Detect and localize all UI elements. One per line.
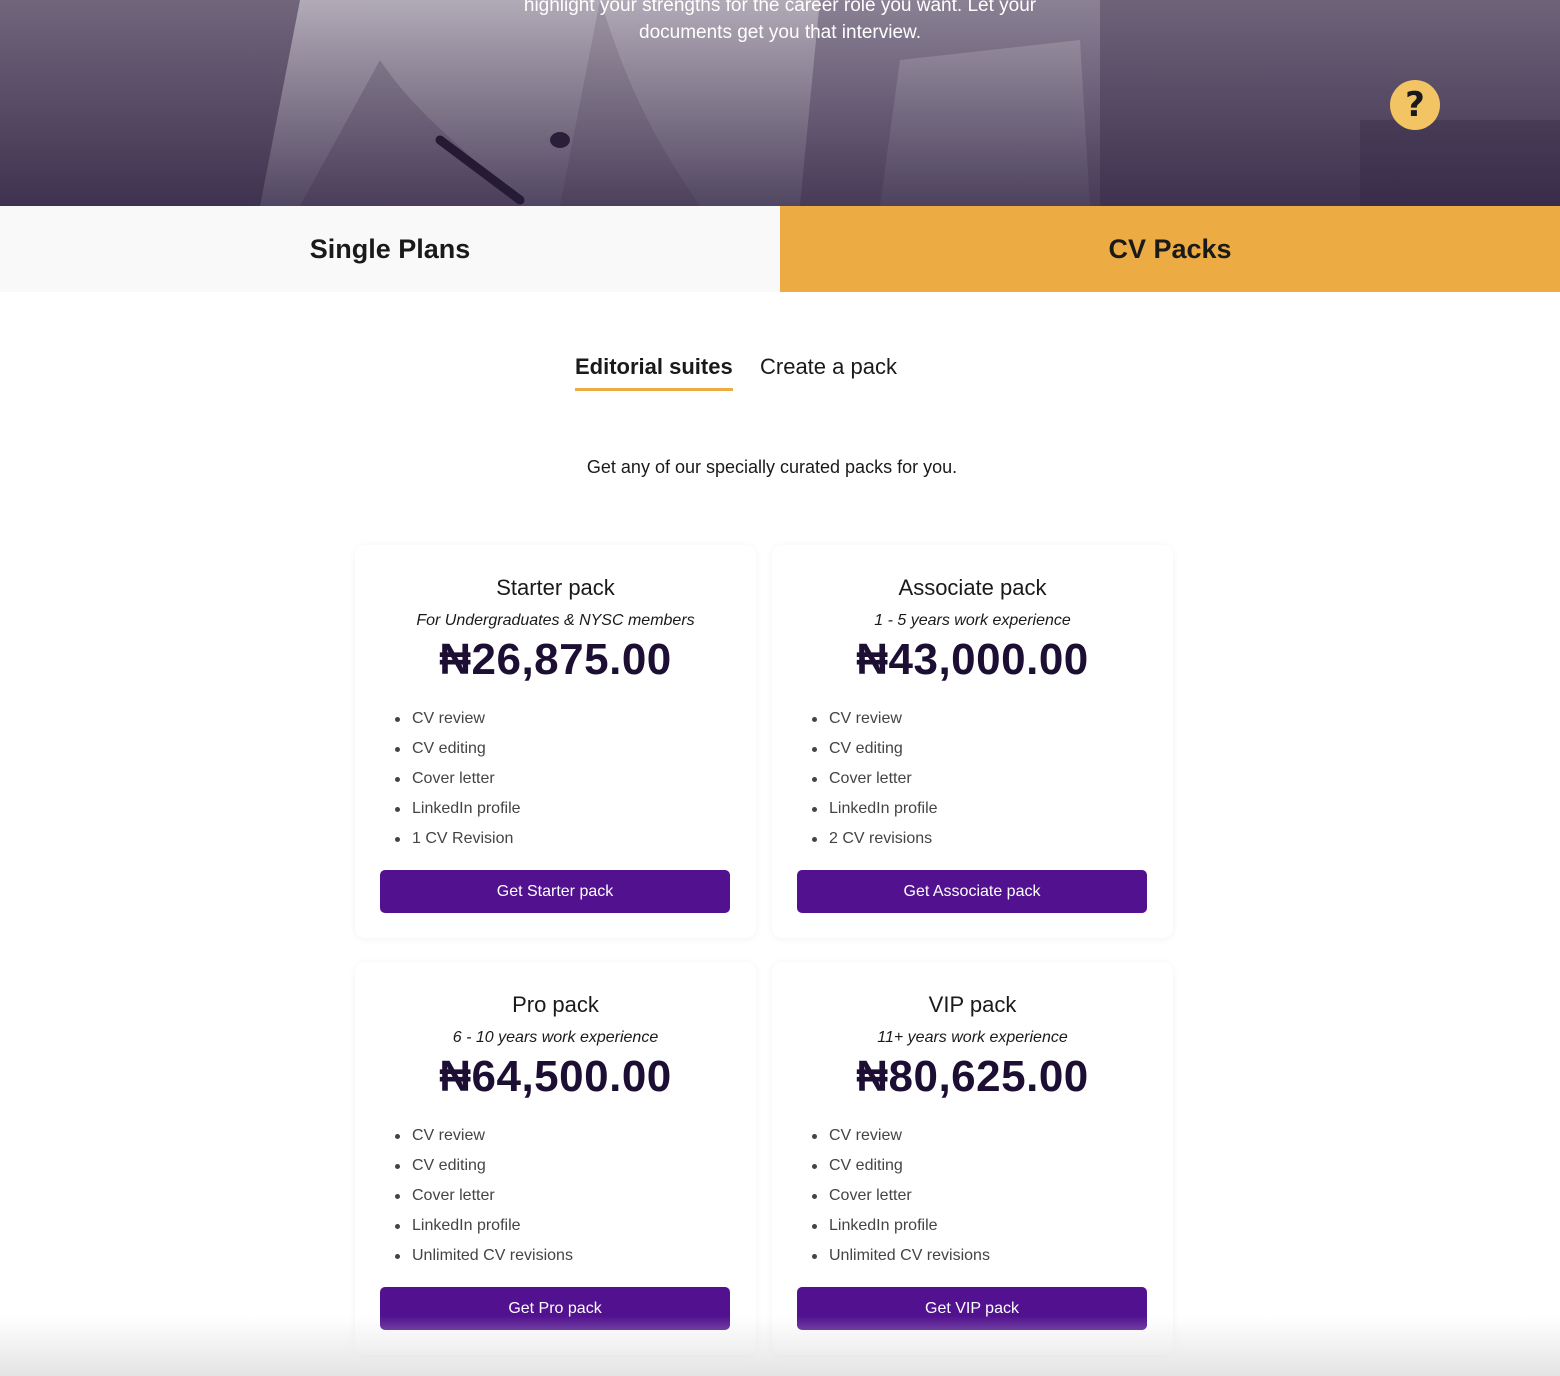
pack-card-starter: Starter pack For Undergraduates & NYSC m… bbox=[355, 545, 756, 938]
pack-subtitle: 6 - 10 years work experience bbox=[452, 1029, 659, 1046]
pack-sub-tabs: Editorial suites Create a pack bbox=[0, 354, 1560, 394]
hero-line-2: documents get you that interview. bbox=[639, 22, 921, 43]
pack-title: Associate pack bbox=[898, 575, 1047, 600]
plan-tabs: Single Plans CV Packs bbox=[0, 206, 1560, 292]
feature-item: LinkedIn profile bbox=[395, 1216, 573, 1246]
tab-editorial-suites[interactable]: Editorial suites bbox=[575, 354, 733, 391]
feature-item: CV review bbox=[812, 709, 938, 739]
feature-item: 1 CV Revision bbox=[395, 829, 521, 859]
feature-item: CV editing bbox=[812, 1156, 990, 1186]
feature-item: CV review bbox=[395, 1126, 573, 1156]
get-vip-pack-button[interactable]: Get VIP pack bbox=[797, 1287, 1147, 1330]
feature-item: Unlimited CV revisions bbox=[395, 1246, 573, 1276]
get-associate-pack-button[interactable]: Get Associate pack bbox=[797, 870, 1147, 913]
pack-subtitle: 11+ years work experience bbox=[877, 1029, 1068, 1046]
question-mark-icon: ? bbox=[1405, 85, 1425, 125]
feature-item: Cover letter bbox=[812, 769, 938, 799]
feature-item: CV review bbox=[395, 709, 521, 739]
feature-item: CV review bbox=[812, 1126, 990, 1156]
get-starter-pack-button[interactable]: Get Starter pack bbox=[380, 870, 730, 913]
tab-cv-packs-label: CV Packs bbox=[1108, 233, 1232, 264]
tab-cv-packs[interactable]: CV Packs bbox=[780, 206, 1560, 292]
feature-item: LinkedIn profile bbox=[395, 799, 521, 829]
pack-features: CV review CV editing Cover letter Linked… bbox=[395, 709, 521, 859]
pack-card-associate: Associate pack 1 - 5 years work experien… bbox=[772, 545, 1173, 938]
tab-single-plans-label: Single Plans bbox=[309, 233, 471, 264]
hero-line-1: highlight your strengths for the career … bbox=[523, 0, 1037, 16]
pack-features: CV review CV editing Cover letter Linked… bbox=[395, 1126, 573, 1276]
feature-item: CV editing bbox=[395, 739, 521, 769]
tab-single-plans[interactable]: Single Plans bbox=[0, 206, 780, 292]
feature-item: LinkedIn profile bbox=[812, 1216, 990, 1246]
packs-intro: Get any of our specially curated packs f… bbox=[586, 457, 958, 477]
feature-item: Unlimited CV revisions bbox=[812, 1246, 990, 1276]
pack-price: ₦80,625.00 bbox=[856, 1052, 1089, 1101]
pack-subtitle: For Undergraduates & NYSC members bbox=[416, 612, 695, 629]
pack-features: CV review CV editing Cover letter Linked… bbox=[812, 1126, 990, 1276]
feature-item: Cover letter bbox=[395, 1186, 573, 1216]
feature-item: 2 CV revisions bbox=[812, 829, 938, 859]
pack-title: Starter pack bbox=[496, 575, 615, 600]
feature-item: Cover letter bbox=[395, 769, 521, 799]
pack-subtitle: 1 - 5 years work experience bbox=[874, 612, 1071, 629]
pack-price: ₦26,875.00 bbox=[439, 635, 672, 684]
feature-item: Cover letter bbox=[812, 1186, 990, 1216]
feature-item: CV editing bbox=[395, 1156, 573, 1186]
help-button[interactable]: ? bbox=[1390, 80, 1440, 130]
hero-description: highlight your strengths for the career … bbox=[480, 0, 1080, 46]
get-pro-pack-button[interactable]: Get Pro pack bbox=[380, 1287, 730, 1330]
pack-title: VIP pack bbox=[928, 992, 1017, 1017]
pack-features: CV review CV editing Cover letter Linked… bbox=[812, 709, 938, 859]
pack-price: ₦64,500.00 bbox=[439, 1052, 672, 1101]
hero-banner: highlight your strengths for the career … bbox=[0, 0, 1560, 206]
pack-title: Pro pack bbox=[512, 992, 599, 1017]
tab-create-a-pack[interactable]: Create a pack bbox=[760, 354, 897, 388]
pack-card-pro: Pro pack 6 - 10 years work experience ₦6… bbox=[355, 962, 756, 1355]
feature-item: LinkedIn profile bbox=[812, 799, 938, 829]
feature-item: CV editing bbox=[812, 739, 938, 769]
pack-price: ₦43,000.00 bbox=[856, 635, 1089, 684]
pack-card-vip: VIP pack 11+ years work experience ₦80,6… bbox=[772, 962, 1173, 1355]
